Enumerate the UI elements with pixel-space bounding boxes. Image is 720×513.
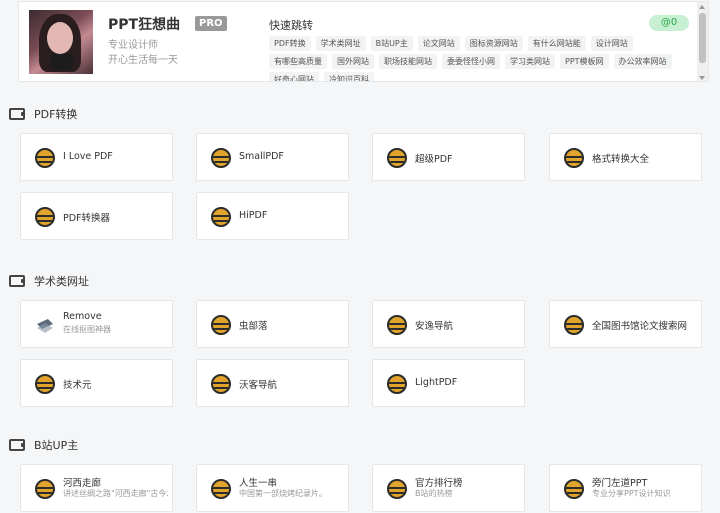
site-logo-icon [564,148,584,168]
quick-jump-tag[interactable]: 职场技能网站 [379,54,437,69]
scroll-up-icon[interactable] [699,5,705,9]
site-card-title: LightPDF [415,377,458,388]
profile-name: PPT狂想曲 [108,17,181,33]
site-card-title: 格式转换大全 [592,154,650,165]
site-card-subtitle: 在线抠图神器 [63,325,111,334]
site-card-subtitle: 专业分享PPT设计知识 [592,489,671,498]
site-card[interactable]: 格式转换大全 [549,133,702,181]
quick-jump-tag[interactable]: 有哪些高质量 [269,54,327,69]
site-logo-icon [211,479,231,499]
site-logo-icon [211,315,231,335]
site-card[interactable]: Remove 在线抠图神器 [20,300,173,348]
site-card-title: HiPDF [239,210,268,221]
site-card-title: 官方排行榜 [415,478,463,489]
site-logo-icon [35,148,55,168]
quick-jump-tag[interactable]: 学习类网站 [505,54,555,69]
section-header-bilibili: B站UP主 [9,437,78,453]
site-card-title: PDF转换器 [63,213,111,224]
section-title: 学术类网址 [34,275,89,288]
site-card[interactable]: 安逸导航 [372,300,525,348]
site-card[interactable]: 旁门左道PPT 专业分享PPT设计知识 [549,464,702,512]
quick-jump-tag[interactable]: 委委怪怪小网 [442,54,500,69]
site-card-subtitle: 中国第一部烧烤纪录片。 [239,489,327,498]
section-header-academic: 学术类网址 [9,273,89,289]
site-card[interactable]: 技术元 [20,359,173,407]
quick-jump-tag[interactable]: 冷知识百科 [324,72,374,81]
layers-icon [35,315,55,335]
quick-jump-title: 快速跳转 [269,19,313,32]
site-card-title: 技术元 [63,380,92,391]
site-card-title: 河西走廊 [63,478,102,489]
quick-jump-tag[interactable]: 有什么网站能 [527,36,586,51]
site-logo-icon [387,148,407,168]
pro-badge: PRO [195,16,227,31]
site-card[interactable]: 虫部落 [196,300,349,348]
site-card[interactable]: 官方排行榜 B站的热榜 [372,464,525,512]
site-card[interactable]: 人生一串 中国第一部烧烤纪录片。 [196,464,349,512]
site-card[interactable]: 全国图书馆论文搜索网 [549,300,702,348]
site-card-subtitle: 讲述丝绸之路"河西走廊"古今发展史的纪录片 [63,489,168,498]
quick-jump-tag[interactable]: 学术类网址 [315,36,366,51]
site-logo-icon [35,374,55,394]
count-badge[interactable]: @0 [649,15,689,31]
site-card-title: 虫部落 [239,321,268,332]
site-logo-icon [564,479,584,499]
quick-jump-tag[interactable]: 设计网站 [590,36,633,51]
quick-jump-tag[interactable]: 图标资源网站 [464,36,523,51]
scrollbar-thumb[interactable] [699,13,706,63]
quick-jump-tag[interactable]: 办公效率网站 [613,54,672,69]
site-card-title: 人生一串 [239,478,278,489]
site-card[interactable]: I Love PDF [20,133,173,181]
section-title: PDF转换 [34,108,78,121]
site-logo-icon [35,207,55,227]
site-logo-icon [387,315,407,335]
site-card[interactable]: SmallPDF [196,133,349,181]
quick-jump-tags: PDF转换 学术类网址 B站UP主 论文网站 图标资源网站 有什么网站能 设计网站有哪些高质… [269,36,689,81]
wallet-icon [9,108,25,120]
scroll-down-icon[interactable] [699,76,705,80]
site-logo-icon [387,374,407,394]
site-card[interactable]: PDF转换器 [20,192,173,240]
profile-motto: 开心生活每一天 [108,55,178,66]
site-logo-icon [387,479,407,499]
section-header-pdf: PDF转换 [9,106,77,122]
profile-card: PPT狂想曲 PRO 专业设计师 开心生活每一天 快速跳转 @0 PDF转换 学术… [18,1,709,82]
quick-jump-tag[interactable]: 论文网站 [417,36,460,51]
site-card[interactable]: 沃客导航 [196,359,349,407]
quick-jump-tag[interactable]: PPT模板网 [560,54,609,69]
site-card[interactable]: 河西走廊讲述丝绸之路"河西走廊"古今发展史的纪录片 [20,464,173,512]
site-logo-icon [35,479,55,499]
quick-jump-tag[interactable]: 国外网站 [332,54,374,69]
quick-jump-tag[interactable]: B站UP主 [370,36,413,51]
site-logo-icon [564,315,584,335]
site-card-title: 安逸导航 [415,321,454,332]
site-card-title: 超级PDF [415,154,453,165]
site-card-title: 沃客导航 [239,380,278,391]
quick-jump-tag[interactable]: PDF转换 [269,36,311,51]
site-logo-icon [211,148,231,168]
site-logo-icon [211,374,231,394]
avatar[interactable] [29,10,93,74]
scrollbar[interactable] [697,2,708,81]
section-title: B站UP主 [34,439,79,452]
site-card-title: 旁门左道PPT [592,478,648,489]
site-card-title: 全国图书馆论文搜索网 [592,321,688,332]
site-card-subtitle: B站的热榜 [415,489,453,498]
wallet-icon [9,275,25,287]
site-card-title: SmallPDF [239,151,284,162]
site-logo-icon [211,207,231,227]
wallet-icon [9,439,25,451]
quick-jump-tag[interactable]: 好奇心网站 [269,72,319,81]
site-card[interactable]: LightPDF [372,359,525,407]
site-card-title: I Love PDF [63,151,113,162]
site-card[interactable]: HiPDF [196,192,349,240]
site-card[interactable]: 超级PDF [372,133,525,181]
site-card-title: Remove [63,311,102,322]
profile-role: 专业设计师 [108,40,158,51]
